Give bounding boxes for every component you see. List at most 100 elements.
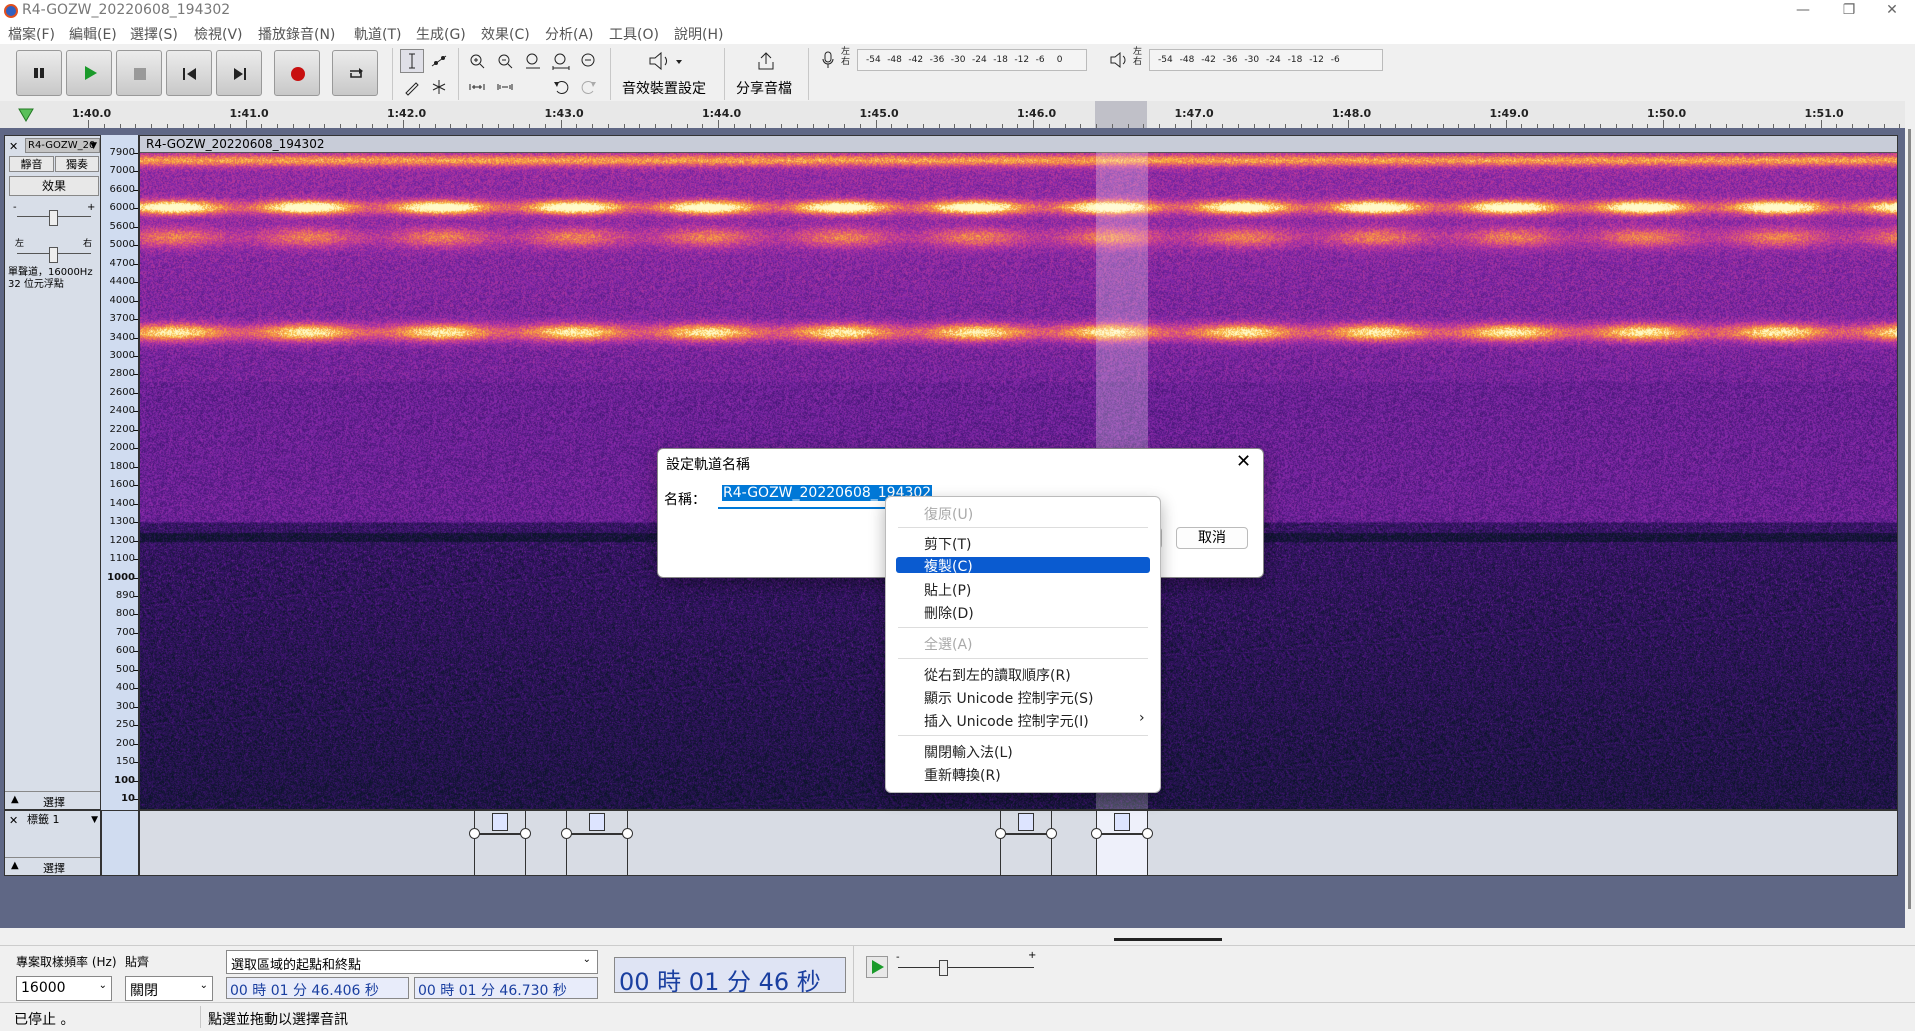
vertical-scrollbar-thumb[interactable] xyxy=(1908,129,1911,909)
ruler-label: 1:45.0 xyxy=(859,107,899,120)
zoom-fit-icon xyxy=(552,53,570,70)
selection-mode-select[interactable]: 選取區域的起點和終點 ⌄ xyxy=(226,950,598,974)
audio-position-display[interactable]: 00 時 01 分 46 秒 xyxy=(614,957,846,996)
menu-select[interactable]: 選擇(S) xyxy=(130,24,178,44)
menu-item-reconvert[interactable]: 重新轉換(R) xyxy=(886,762,1160,785)
fit-selection-button[interactable] xyxy=(521,49,545,73)
loop-button[interactable] xyxy=(332,50,378,96)
menu-edit[interactable]: 編輯(E) xyxy=(69,24,117,44)
dialog-close-icon[interactable]: ✕ xyxy=(1236,451,1251,472)
effects-button[interactable]: 效果 xyxy=(9,176,99,196)
draw-tool[interactable] xyxy=(400,75,424,99)
audio-setup-button[interactable]: 音效裝置設定 xyxy=(616,48,716,100)
maximize-button[interactable]: ❐ xyxy=(1826,0,1872,22)
fit-project-button[interactable] xyxy=(549,49,573,73)
track-menu-button[interactable]: R4-GOZW_20 ▼ xyxy=(25,138,100,153)
selection-start-time[interactable]: 00 時 01 分 46.406 秒 xyxy=(226,977,409,999)
label-track-menu-button[interactable]: 標籤 1 ▼ xyxy=(25,813,100,828)
ruler-tick xyxy=(875,120,877,128)
menu-item-show-unicode[interactable]: 顯示 Unicode 控制字元(S) xyxy=(886,685,1160,708)
zoom-in-button[interactable] xyxy=(465,49,489,73)
silence-button[interactable] xyxy=(493,75,517,99)
ruler-tick xyxy=(88,120,89,128)
menu-item-select-all[interactable]: 全選(A) xyxy=(886,631,1160,654)
microphone-icon[interactable] xyxy=(820,50,836,70)
menu-file[interactable]: 檔案(F) xyxy=(8,24,55,44)
ruler-tick xyxy=(245,120,247,128)
frequency-label: 3400 xyxy=(109,331,135,343)
frequency-tick xyxy=(134,780,138,782)
multi-tool[interactable] xyxy=(427,75,451,99)
menu-analyze[interactable]: 分析(A) xyxy=(545,24,594,44)
label-track-scale xyxy=(101,810,139,876)
envelope-tool[interactable] xyxy=(427,49,451,73)
undo-icon xyxy=(554,81,569,94)
zoom-toggle-button[interactable] xyxy=(577,49,601,73)
menu-item-cut[interactable]: 剪下(T) xyxy=(886,531,1160,554)
record-meter[interactable]: -54 -48 -42 -36 -30 -24 -18 -12 -6 0 xyxy=(857,49,1087,71)
label-region[interactable] xyxy=(469,811,531,875)
label-track-close-icon[interactable]: ✕ xyxy=(9,814,18,827)
menu-generate[interactable]: 生成(G) xyxy=(416,24,466,44)
clip-title-bar[interactable]: R4-GOZW_20220608_194302 xyxy=(140,136,1897,153)
pause-icon xyxy=(34,68,44,78)
horizontal-scrollbar[interactable] xyxy=(1114,938,1222,941)
minimize-button[interactable]: — xyxy=(1780,0,1826,22)
zoom-out-button[interactable] xyxy=(493,49,517,73)
play-speed-slider[interactable] xyxy=(939,960,948,976)
trim-button[interactable] xyxy=(465,75,489,99)
menu-item-close-ime[interactable]: 關閉輸入法(L) xyxy=(886,739,1160,762)
skip-end-button[interactable] xyxy=(216,50,262,96)
title-bar: R4-GOZW_20220608_194302 — ❐ ✕ xyxy=(0,0,1915,22)
menu-effect[interactable]: 效果(C) xyxy=(481,24,530,44)
share-audio-button[interactable]: 分享音檔 xyxy=(732,48,802,100)
menu-tracks[interactable]: 軌道(T) xyxy=(354,24,401,44)
pause-button[interactable] xyxy=(16,50,62,96)
toolbar-separator xyxy=(458,48,459,100)
zoom-selection-icon xyxy=(526,53,540,69)
selection-tool[interactable] xyxy=(400,49,424,73)
play-at-speed-button[interactable] xyxy=(866,956,888,978)
playback-meter[interactable]: -54 -48 -42 -36 -30 -24 -18 -12 -6 xyxy=(1149,49,1383,71)
menu-item-paste[interactable]: 貼上(P) xyxy=(886,577,1160,600)
name-label: 名稱： xyxy=(664,492,706,508)
label-region[interactable] xyxy=(561,811,633,875)
label-track-lane[interactable] xyxy=(139,810,1898,876)
menu-item-copy[interactable]: 複製(C) xyxy=(886,554,1160,577)
meter-tick-label: -30 xyxy=(1244,55,1260,65)
menu-view[interactable]: 檢視(V) xyxy=(194,24,243,44)
track-close-icon[interactable]: ✕ xyxy=(9,140,18,153)
label-region[interactable] xyxy=(1091,811,1153,875)
project-rate-select[interactable]: 16000 ⌄ xyxy=(16,976,112,1001)
label-track-select-bar[interactable]: ▲ 選擇 xyxy=(5,857,100,876)
menu-item-insert-unicode[interactable]: 插入 Unicode 控制字元(I) › xyxy=(886,708,1160,731)
pan-slider[interactable] xyxy=(49,247,58,263)
menu-tools[interactable]: 工具(O) xyxy=(609,24,659,44)
timeline-ruler[interactable]: 1:40.0 1:41.0 1:42.0 1:43.0 1:44.0 1:45.0 1:46… xyxy=(0,101,1905,129)
frequency-scale[interactable]: 7900 7000 6600 6000 5600 5000 4700 4400 4000 3700… xyxy=(101,135,139,810)
play-button[interactable] xyxy=(66,50,112,96)
undo-button[interactable] xyxy=(549,75,573,99)
menu-item-delete[interactable]: 刪除(D) xyxy=(886,600,1160,623)
skip-start-button[interactable] xyxy=(166,50,212,96)
menu-item-undo[interactable]: 復原(U) xyxy=(886,501,1160,524)
close-window-button[interactable]: ✕ xyxy=(1869,0,1915,22)
gain-slider[interactable] xyxy=(49,210,58,226)
label-region[interactable] xyxy=(995,811,1057,875)
track-select-bar[interactable]: ▲ 選擇 xyxy=(5,791,100,810)
ruler-tick xyxy=(1033,120,1034,128)
solo-button[interactable]: 獨奏 xyxy=(55,156,99,172)
mute-button[interactable]: 靜音 xyxy=(9,156,54,172)
cancel-button[interactable]: 取消 xyxy=(1176,527,1248,549)
menu-item-rtl[interactable]: 從右到左的讀取順序(R) xyxy=(886,662,1160,685)
snap-select[interactable]: 關閉 ⌄ xyxy=(125,976,213,1001)
vertical-scrollbar[interactable] xyxy=(1905,101,1915,945)
play-head-marker-icon[interactable] xyxy=(18,107,34,123)
menu-transport[interactable]: 播放錄音(N) xyxy=(258,24,335,44)
redo-button[interactable] xyxy=(577,75,601,99)
menu-help[interactable]: 說明(H) xyxy=(674,24,723,44)
selection-end-time[interactable]: 00 時 01 分 46.730 秒 xyxy=(414,977,598,999)
record-button[interactable] xyxy=(274,50,320,96)
speaker-meter-icon[interactable] xyxy=(1108,50,1130,70)
stop-button[interactable] xyxy=(116,50,162,96)
